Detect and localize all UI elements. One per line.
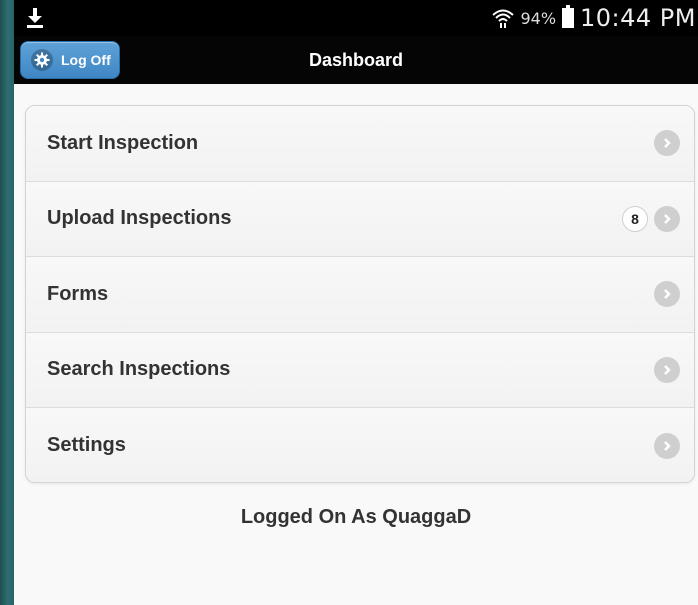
menu-item-upload-inspections[interactable]: Upload Inspections 8	[26, 181, 694, 257]
menu-item-label: Start Inspection	[47, 131, 199, 154]
menu-item-label: Upload Inspections	[47, 207, 232, 230]
chevron-right-icon	[654, 205, 680, 232]
chevron-right-icon	[654, 130, 680, 157]
download-icon	[27, 8, 43, 28]
battery-icon	[562, 5, 575, 28]
menu-item-forms[interactable]: Forms	[26, 257, 694, 333]
status-bar: 94% 10:44 PM	[14, 0, 698, 36]
dashboard-menu: Start Inspection Upload Inspections 8 Fo…	[25, 105, 695, 483]
status-indicators: 94% 10:44 PM	[492, 4, 696, 32]
logged-on-status: Logged On As QuaggaD	[240, 506, 472, 528]
battery-percent: 94%	[520, 8, 557, 28]
log-off-button[interactable]: Log Off	[20, 41, 120, 79]
app-frame: 94% 10:44 PM Dashboard Log Off Start Ins…	[14, 0, 698, 605]
menu-item-label: Search Inspections	[47, 358, 231, 381]
log-off-label: Log Off	[61, 52, 111, 68]
menu-item-label: Forms	[47, 282, 109, 305]
menu-item-start-inspection[interactable]: Start Inspection	[26, 106, 694, 182]
status-time: 10:44 PM	[580, 4, 696, 32]
chevron-right-icon	[654, 281, 680, 308]
app-header: Dashboard Log Off	[14, 36, 698, 84]
menu-item-label: Settings	[47, 434, 126, 457]
menu-item-search-inspections[interactable]: Search Inspections	[26, 332, 694, 408]
wifi-icon	[492, 9, 515, 28]
menu-item-settings[interactable]: Settings	[26, 408, 694, 482]
gear-icon	[31, 49, 53, 71]
chevron-right-icon	[654, 432, 680, 459]
count-badge: 8	[622, 205, 648, 232]
chevron-right-icon	[654, 356, 680, 383]
